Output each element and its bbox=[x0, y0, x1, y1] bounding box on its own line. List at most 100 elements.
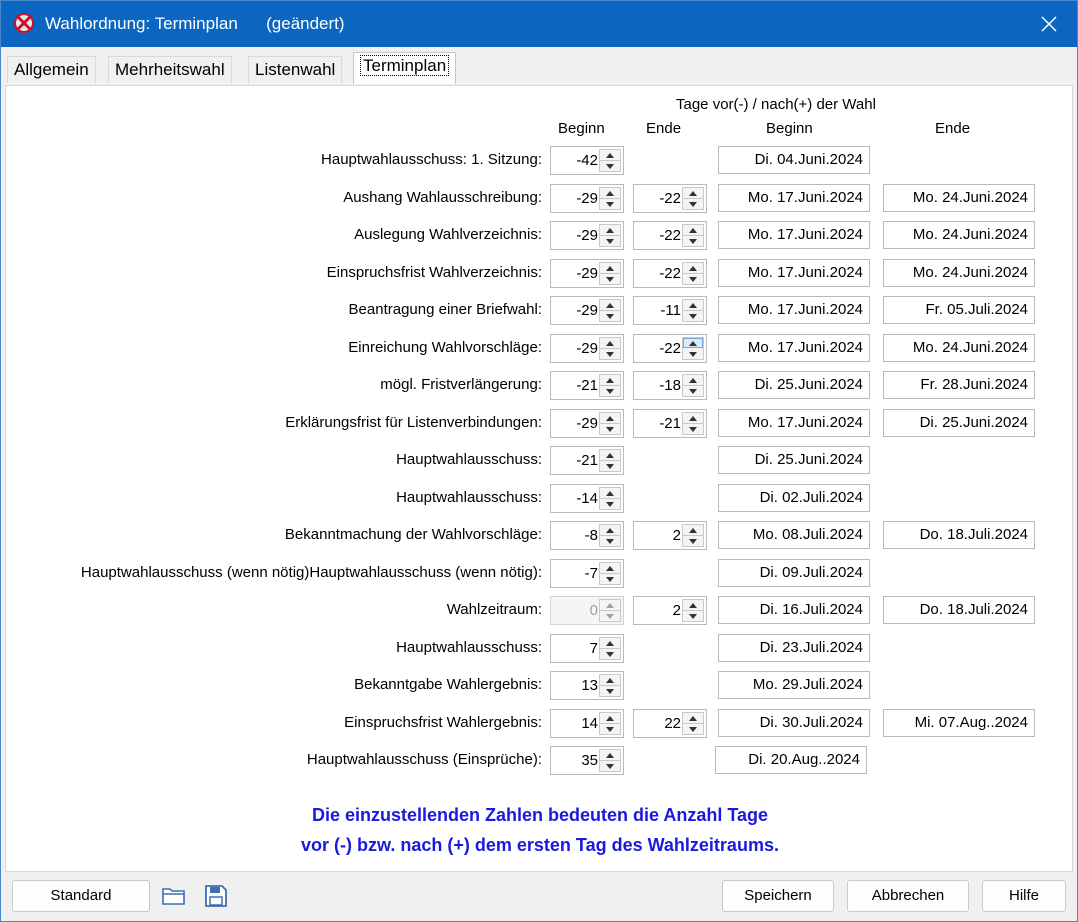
end-days-value[interactable]: -11 bbox=[636, 297, 681, 324]
spin-down-button[interactable] bbox=[683, 236, 703, 246]
end-days-value[interactable]: -22 bbox=[636, 222, 681, 249]
spin-up-button[interactable] bbox=[600, 150, 620, 161]
end-days-value[interactable]: -22 bbox=[636, 335, 681, 362]
begin-days-value[interactable]: -21 bbox=[553, 372, 598, 399]
spin-up-button[interactable] bbox=[600, 263, 620, 274]
spin-down-button[interactable] bbox=[683, 611, 703, 621]
begin-days-value[interactable]: 7 bbox=[553, 635, 598, 662]
begin-days-spinner[interactable]: -8 bbox=[550, 521, 624, 550]
end-days-value[interactable]: -22 bbox=[636, 185, 681, 212]
tab-listenwahl[interactable]: Listenwahl bbox=[248, 56, 343, 83]
spin-up-button[interactable] bbox=[683, 338, 703, 348]
standard-button[interactable]: Standard bbox=[12, 880, 150, 912]
end-days-spinner[interactable]: -22 bbox=[633, 221, 707, 250]
spin-up-button[interactable] bbox=[683, 375, 703, 386]
save-button[interactable]: Speichern bbox=[722, 880, 834, 912]
help-button[interactable]: Hilfe bbox=[982, 880, 1066, 912]
end-days-value[interactable]: 2 bbox=[636, 597, 681, 624]
begin-days-value[interactable]: -29 bbox=[553, 297, 598, 324]
spin-down-button[interactable] bbox=[600, 236, 620, 246]
spin-down-button[interactable] bbox=[600, 274, 620, 284]
spin-up-button[interactable] bbox=[600, 413, 620, 424]
begin-days-spinner[interactable]: -21 bbox=[550, 446, 624, 475]
spin-down-button[interactable] bbox=[600, 649, 620, 659]
spin-up-button[interactable] bbox=[600, 525, 620, 536]
end-days-spinner[interactable]: -22 bbox=[633, 334, 707, 363]
end-days-spinner[interactable]: 2 bbox=[633, 521, 707, 550]
spin-down-button[interactable] bbox=[600, 686, 620, 696]
begin-days-value[interactable]: -8 bbox=[553, 522, 598, 549]
end-days-spinner[interactable]: -22 bbox=[633, 184, 707, 213]
spin-down-button[interactable] bbox=[600, 199, 620, 209]
tab-mehrheitswahl[interactable]: Mehrheitswahl bbox=[108, 56, 232, 83]
begin-days-value[interactable]: -29 bbox=[553, 222, 598, 249]
begin-days-value[interactable]: -14 bbox=[553, 485, 598, 512]
begin-days-spinner[interactable]: -42 bbox=[550, 146, 624, 175]
spin-down-button[interactable] bbox=[600, 386, 620, 396]
floppy-disk-icon[interactable] bbox=[203, 884, 229, 908]
spin-down-button[interactable] bbox=[600, 574, 620, 584]
spin-up-button[interactable] bbox=[683, 188, 703, 199]
begin-days-spinner[interactable]: -7 bbox=[550, 559, 624, 588]
spin-up-button[interactable] bbox=[600, 188, 620, 199]
end-days-value[interactable]: 2 bbox=[636, 522, 681, 549]
spin-down-button[interactable] bbox=[683, 311, 703, 321]
spin-up-button[interactable] bbox=[600, 563, 620, 574]
begin-days-value[interactable]: 35 bbox=[553, 747, 598, 774]
begin-days-value[interactable]: -29 bbox=[553, 410, 598, 437]
spin-down-button[interactable] bbox=[683, 349, 703, 359]
begin-days-spinner[interactable]: 14 bbox=[550, 709, 624, 738]
spin-down-button[interactable] bbox=[683, 724, 703, 734]
begin-days-value[interactable]: -29 bbox=[553, 260, 598, 287]
end-days-spinner[interactable]: -21 bbox=[633, 409, 707, 438]
begin-days-spinner[interactable]: -14 bbox=[550, 484, 624, 513]
spin-up-button[interactable] bbox=[683, 413, 703, 424]
spin-down-button[interactable] bbox=[683, 386, 703, 396]
spin-up-button[interactable] bbox=[600, 225, 620, 236]
spin-up-button[interactable] bbox=[683, 713, 703, 724]
begin-days-spinner[interactable]: 7 bbox=[550, 634, 624, 663]
begin-days-spinner[interactable]: -29 bbox=[550, 334, 624, 363]
spin-up-button[interactable] bbox=[600, 300, 620, 311]
spin-down-button[interactable] bbox=[683, 424, 703, 434]
end-days-spinner[interactable]: 2 bbox=[633, 596, 707, 625]
spin-down-button[interactable] bbox=[600, 761, 620, 771]
tab-allgemein[interactable]: Allgemein bbox=[7, 56, 96, 83]
begin-days-spinner[interactable]: -29 bbox=[550, 296, 624, 325]
begin-days-spinner[interactable]: 35 bbox=[550, 746, 624, 775]
end-days-value[interactable]: -22 bbox=[636, 260, 681, 287]
spin-up-button[interactable] bbox=[600, 638, 620, 649]
spin-up-button[interactable] bbox=[600, 488, 620, 499]
spin-down-button[interactable] bbox=[600, 424, 620, 434]
spin-up-button[interactable] bbox=[683, 300, 703, 311]
spin-down-button[interactable] bbox=[600, 499, 620, 509]
spin-down-button[interactable] bbox=[600, 311, 620, 321]
end-days-spinner[interactable]: -11 bbox=[633, 296, 707, 325]
spin-up-button[interactable] bbox=[683, 263, 703, 274]
begin-days-value[interactable]: -29 bbox=[553, 185, 598, 212]
spin-down-button[interactable] bbox=[600, 536, 620, 546]
begin-days-value[interactable]: -21 bbox=[553, 447, 598, 474]
spin-down-button[interactable] bbox=[600, 161, 620, 171]
close-button[interactable] bbox=[1021, 1, 1077, 47]
cancel-button[interactable]: Abbrechen bbox=[847, 880, 969, 912]
begin-days-value[interactable]: -42 bbox=[553, 147, 598, 174]
spin-up-button[interactable] bbox=[600, 375, 620, 386]
spin-down-button[interactable] bbox=[600, 349, 620, 359]
end-days-spinner[interactable]: 22 bbox=[633, 709, 707, 738]
begin-days-value[interactable]: -29 bbox=[553, 335, 598, 362]
spin-up-button[interactable] bbox=[600, 675, 620, 686]
spin-up-button[interactable] bbox=[683, 600, 703, 611]
spin-down-button[interactable] bbox=[600, 724, 620, 734]
spin-up-button[interactable] bbox=[600, 713, 620, 724]
end-days-spinner[interactable]: -22 bbox=[633, 259, 707, 288]
spin-down-button[interactable] bbox=[683, 274, 703, 284]
folder-open-icon[interactable] bbox=[161, 884, 187, 908]
spin-down-button[interactable] bbox=[683, 536, 703, 546]
spin-down-button[interactable] bbox=[683, 199, 703, 209]
spin-up-button[interactable] bbox=[600, 750, 620, 761]
tab-terminplan[interactable]: Terminplan bbox=[353, 52, 457, 84]
begin-days-spinner[interactable]: 13 bbox=[550, 671, 624, 700]
end-days-spinner[interactable]: -18 bbox=[633, 371, 707, 400]
begin-days-spinner[interactable]: -29 bbox=[550, 184, 624, 213]
